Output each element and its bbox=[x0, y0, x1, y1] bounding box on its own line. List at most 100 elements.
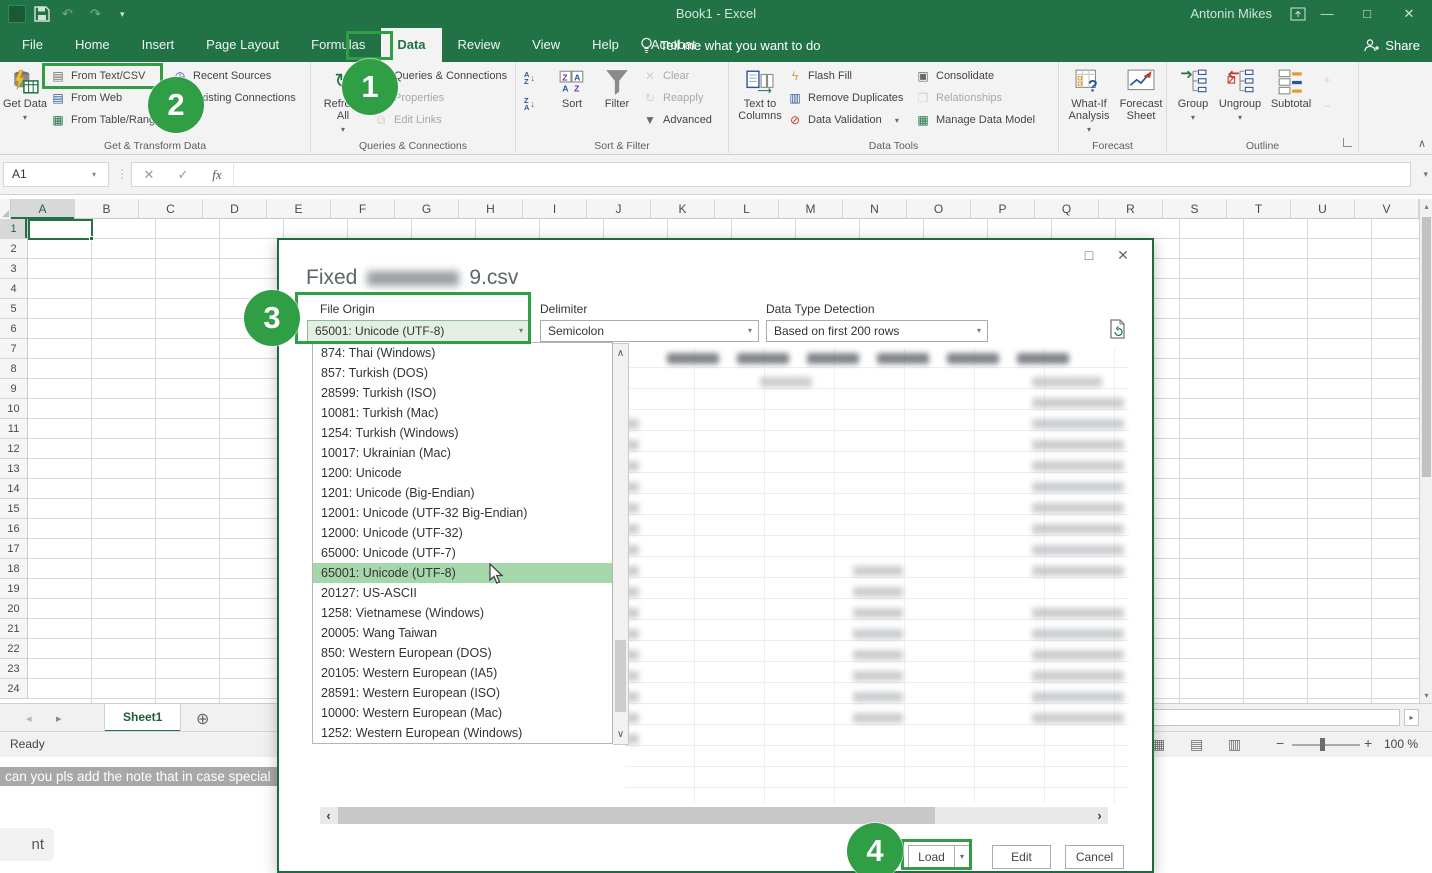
dialog-maximize-icon[interactable]: □ bbox=[1076, 244, 1102, 266]
column-header-H[interactable]: H bbox=[459, 199, 523, 219]
zoom-percent[interactable]: 100 % bbox=[1384, 737, 1418, 751]
zoom-slider-thumb[interactable] bbox=[1320, 738, 1325, 751]
formula-input[interactable] bbox=[233, 162, 1411, 187]
column-header-O[interactable]: O bbox=[907, 199, 971, 219]
from-web-button[interactable]: ▤From Web bbox=[50, 87, 161, 109]
row-header-8[interactable]: 8 bbox=[0, 359, 28, 379]
dialog-close-icon[interactable]: ✕ bbox=[1110, 244, 1136, 266]
page-break-view-icon[interactable]: ▥ bbox=[1228, 736, 1241, 753]
row-header-19[interactable]: 19 bbox=[0, 579, 28, 599]
new-sheet-icon[interactable]: ⊕ bbox=[196, 709, 209, 729]
list-scroll-thumb[interactable] bbox=[615, 640, 626, 712]
selected-cell-A1[interactable] bbox=[28, 219, 93, 240]
row-header-2[interactable]: 2 bbox=[0, 239, 28, 259]
show-detail-icon[interactable]: + bbox=[1319, 72, 1335, 88]
row-header-16[interactable]: 16 bbox=[0, 519, 28, 539]
advanced-filter-button[interactable]: ▼Advanced bbox=[642, 109, 712, 131]
column-header-Q[interactable]: Q bbox=[1035, 199, 1099, 219]
encoding-option[interactable]: 20127: US-ASCII bbox=[313, 583, 612, 603]
row-header-10[interactable]: 10 bbox=[0, 399, 28, 419]
column-header-A[interactable]: A bbox=[11, 199, 75, 219]
what-if-analysis-button[interactable]: ? What-If Analysis ▾ bbox=[1063, 64, 1115, 136]
edit-button[interactable]: Edit bbox=[992, 845, 1051, 869]
encoding-option[interactable]: 10017: Ukrainian (Mac) bbox=[313, 443, 612, 463]
encoding-option[interactable]: 12001: Unicode (UTF-32 Big-Endian) bbox=[313, 503, 612, 523]
row-header-18[interactable]: 18 bbox=[0, 559, 28, 579]
horizontal-scroll-right-icon[interactable]: ▸ bbox=[1404, 709, 1419, 726]
column-header-M[interactable]: M bbox=[779, 199, 843, 219]
row-header-11[interactable]: 11 bbox=[0, 419, 28, 439]
sort-button[interactable]: ZAAZ Sort bbox=[552, 64, 592, 110]
close-button[interactable]: ✕ bbox=[1394, 0, 1424, 28]
filter-button[interactable]: Filter bbox=[596, 64, 638, 110]
edit-links-button[interactable]: ⧉Edit Links bbox=[373, 109, 507, 131]
row-header-6[interactable]: 6 bbox=[0, 319, 28, 339]
encoding-option[interactable]: 10081: Turkish (Mac) bbox=[313, 403, 612, 423]
column-header-K[interactable]: K bbox=[651, 199, 715, 219]
sheet-tab-sheet1[interactable]: Sheet1 bbox=[104, 704, 181, 732]
dialog-horizontal-scrollbar[interactable]: ‹ › bbox=[320, 807, 1108, 824]
dialog-scroll-right-icon[interactable]: › bbox=[1091, 807, 1108, 824]
consolidate-button[interactable]: ▣Consolidate bbox=[915, 65, 1035, 87]
subtotal-button[interactable]: Subtotal bbox=[1267, 64, 1315, 110]
hide-detail-icon[interactable]: − bbox=[1319, 98, 1335, 114]
row-header-4[interactable]: 4 bbox=[0, 279, 28, 299]
cancel-button[interactable]: Cancel bbox=[1065, 845, 1124, 869]
insert-function-icon[interactable]: fx bbox=[200, 167, 234, 183]
column-header-F[interactable]: F bbox=[331, 199, 395, 219]
clear-filter-button[interactable]: ✕Clear bbox=[642, 65, 712, 87]
ungroup-button[interactable]: Ungroup ▾ bbox=[1215, 64, 1265, 124]
user-name[interactable]: Antonin Mikes bbox=[1190, 0, 1272, 28]
row-header-22[interactable]: 22 bbox=[0, 639, 28, 659]
name-box-caret-icon[interactable]: ▾ bbox=[92, 162, 96, 187]
expand-formula-bar-icon[interactable]: ▾ bbox=[1423, 162, 1428, 187]
column-header-U[interactable]: U bbox=[1291, 199, 1355, 219]
collapse-ribbon-icon[interactable]: ∧ bbox=[1418, 137, 1426, 150]
sort-za-button[interactable]: ZA↓ bbox=[524, 94, 535, 114]
remove-duplicates-button[interactable]: ▥Remove Duplicates bbox=[787, 87, 903, 109]
forecast-sheet-button[interactable]: Forecast Sheet bbox=[1117, 64, 1165, 122]
list-scroll-down-icon[interactable]: ∨ bbox=[613, 729, 628, 740]
row-header-23[interactable]: 23 bbox=[0, 659, 28, 679]
row-header-1[interactable]: 1 bbox=[0, 219, 28, 239]
refresh-preview-icon[interactable] bbox=[1109, 319, 1127, 339]
column-header-S[interactable]: S bbox=[1163, 199, 1227, 219]
column-header-C[interactable]: C bbox=[139, 199, 203, 219]
scroll-up-icon[interactable]: ▴ bbox=[1420, 202, 1432, 211]
tab-page-layout[interactable]: Page Layout bbox=[190, 28, 295, 62]
tab-view[interactable]: View bbox=[516, 28, 576, 62]
enter-entry-icon[interactable]: ✓ bbox=[166, 167, 200, 183]
column-header-J[interactable]: J bbox=[587, 199, 651, 219]
page-layout-view-icon[interactable]: ▤ bbox=[1190, 736, 1203, 753]
column-header-L[interactable]: L bbox=[715, 199, 779, 219]
tell-me-box[interactable]: Tell me what you want to do bbox=[640, 28, 820, 62]
column-header-I[interactable]: I bbox=[523, 199, 587, 219]
column-header-V[interactable]: V bbox=[1355, 199, 1419, 219]
encoding-option[interactable]: 857: Turkish (DOS) bbox=[313, 363, 612, 383]
maximize-button[interactable]: □ bbox=[1352, 0, 1382, 28]
fill-handle[interactable] bbox=[89, 236, 94, 241]
row-header-9[interactable]: 9 bbox=[0, 379, 28, 399]
dialog-scroll-thumb[interactable] bbox=[338, 807, 935, 824]
encoding-option[interactable]: 1200: Unicode bbox=[313, 463, 612, 483]
row-header-13[interactable]: 13 bbox=[0, 459, 28, 479]
scroll-down-icon[interactable]: ▾ bbox=[1420, 691, 1432, 700]
column-header-R[interactable]: R bbox=[1099, 199, 1163, 219]
delimiter-dropdown[interactable]: Semicolon▾ bbox=[540, 320, 759, 342]
manage-data-model-button[interactable]: ▦Manage Data Model bbox=[915, 109, 1035, 131]
encoding-option[interactable]: 12000: Unicode (UTF-32) bbox=[313, 523, 612, 543]
encoding-option[interactable]: 1258: Vietnamese (Windows) bbox=[313, 603, 612, 623]
column-header-G[interactable]: G bbox=[395, 199, 459, 219]
row-header-14[interactable]: 14 bbox=[0, 479, 28, 499]
ribbon-display-options-icon[interactable] bbox=[1290, 7, 1306, 21]
encoding-option[interactable]: 1254: Turkish (Windows) bbox=[313, 423, 612, 443]
row-header-24[interactable]: 24 bbox=[0, 679, 28, 699]
row-header-17[interactable]: 17 bbox=[0, 539, 28, 559]
vertical-scroll-thumb[interactable] bbox=[1422, 217, 1431, 477]
encoding-option[interactable]: 20005: Wang Taiwan bbox=[313, 623, 612, 643]
column-header-E[interactable]: E bbox=[267, 199, 331, 219]
cancel-entry-icon[interactable]: ✕ bbox=[132, 167, 166, 183]
share-button[interactable]: Share bbox=[1363, 28, 1420, 62]
row-header-21[interactable]: 21 bbox=[0, 619, 28, 639]
tab-home[interactable]: Home bbox=[59, 28, 126, 62]
